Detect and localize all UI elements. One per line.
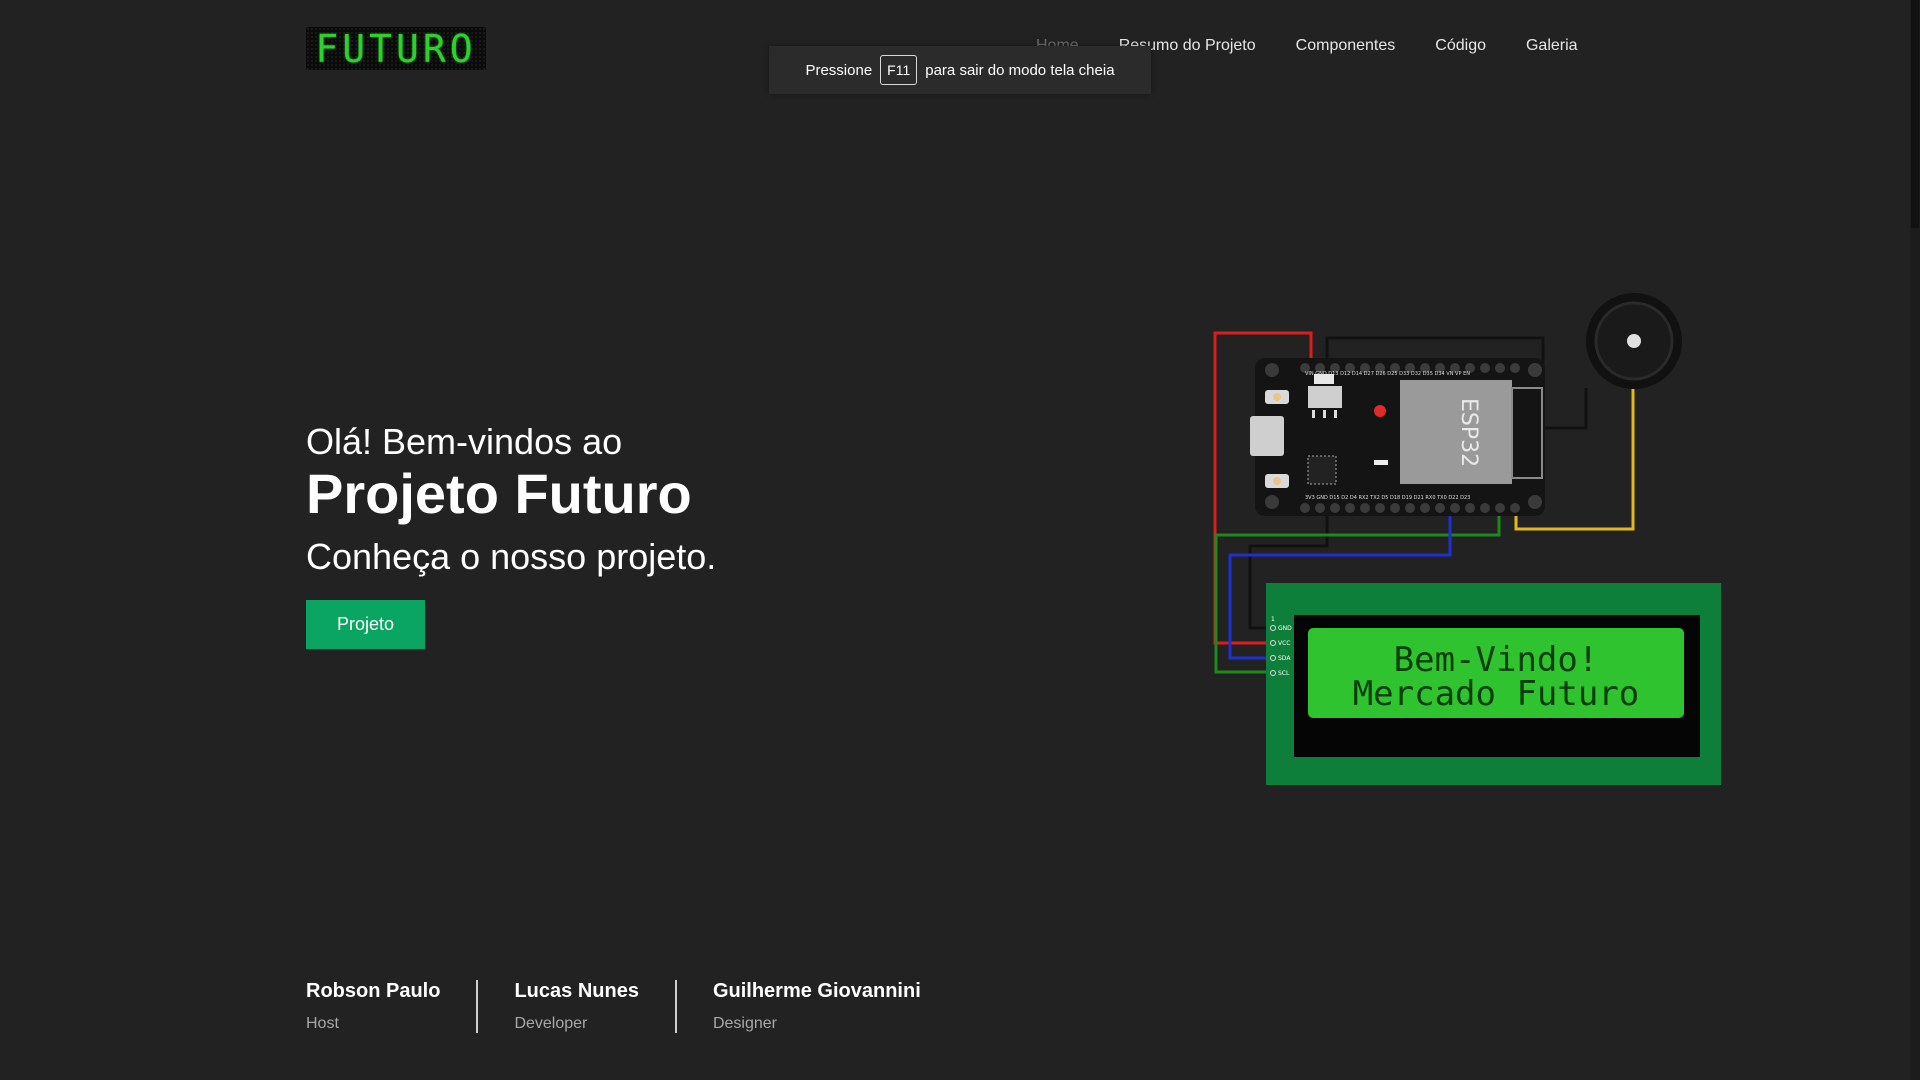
team-member: Lucas Nunes Developer [476,980,674,1033]
fullscreen-notice: Pressione F11 para sair do modo tela che… [769,46,1151,94]
site-logo[interactable]: FUTURO [306,27,486,70]
projeto-button[interactable]: Projeto [306,599,426,649]
page-scrollbar[interactable] [1910,0,1920,1080]
lcd-pin-number: 1 [1271,616,1275,623]
member-role: Designer [712,1015,777,1032]
member-name: Robson Paulo [306,980,441,1002]
hero-subtitle: Conheça o nosso projeto. [306,535,717,577]
lcd-pin-gnd: GND [1278,625,1292,632]
hero-title: Projeto Futuro [306,462,692,526]
nav-codigo[interactable]: Código [1435,37,1486,55]
member-name: Guilherme Giovannini [712,980,921,1002]
f11-key: F11 [880,55,918,85]
team-member: Robson Paulo Host [306,980,476,1033]
member-name: Lucas Nunes [514,980,639,1002]
fullscreen-notice-after: para sair do modo tela cheia [925,61,1115,79]
nav-galeria[interactable]: Galeria [1526,37,1578,55]
lcd-pin-vcc: VCC [1278,640,1290,647]
team-member: Guilherme Giovannini Designer [674,980,957,1033]
nav-componentes[interactable]: Componentes [1296,37,1396,55]
logo-text: FUTURO [315,26,477,71]
lcd-line-2: Mercado Futuro [1353,674,1640,714]
lcd-pin-sda: SDA [1278,655,1291,662]
scrollbar-thumb[interactable] [1911,0,1919,228]
lcd-pin-scl: SCL [1278,670,1290,677]
hero-greeting: Olá! Bem-vindos ao [306,421,623,462]
esp-bottom-pin-labels: 3V3 GND D15 D2 D4 RX2 TX2 D5 D18 D19 D21… [1305,495,1470,501]
fullscreen-notice-before: Pressione [805,61,873,79]
team-list: Robson Paulo Host Lucas Nunes Developer … [306,980,957,1033]
member-role: Developer [514,1015,588,1032]
member-role: Host [306,1015,339,1032]
hero-section: Olá! Bem-vindos ao Projeto Futuro Conheç… [306,420,716,649]
circuit-diagram: VIN GND D13 D12 D14 D27 D26 D25 D33 D32 … [1213,293,1721,785]
esp32-label: ESP32 [1456,398,1481,467]
